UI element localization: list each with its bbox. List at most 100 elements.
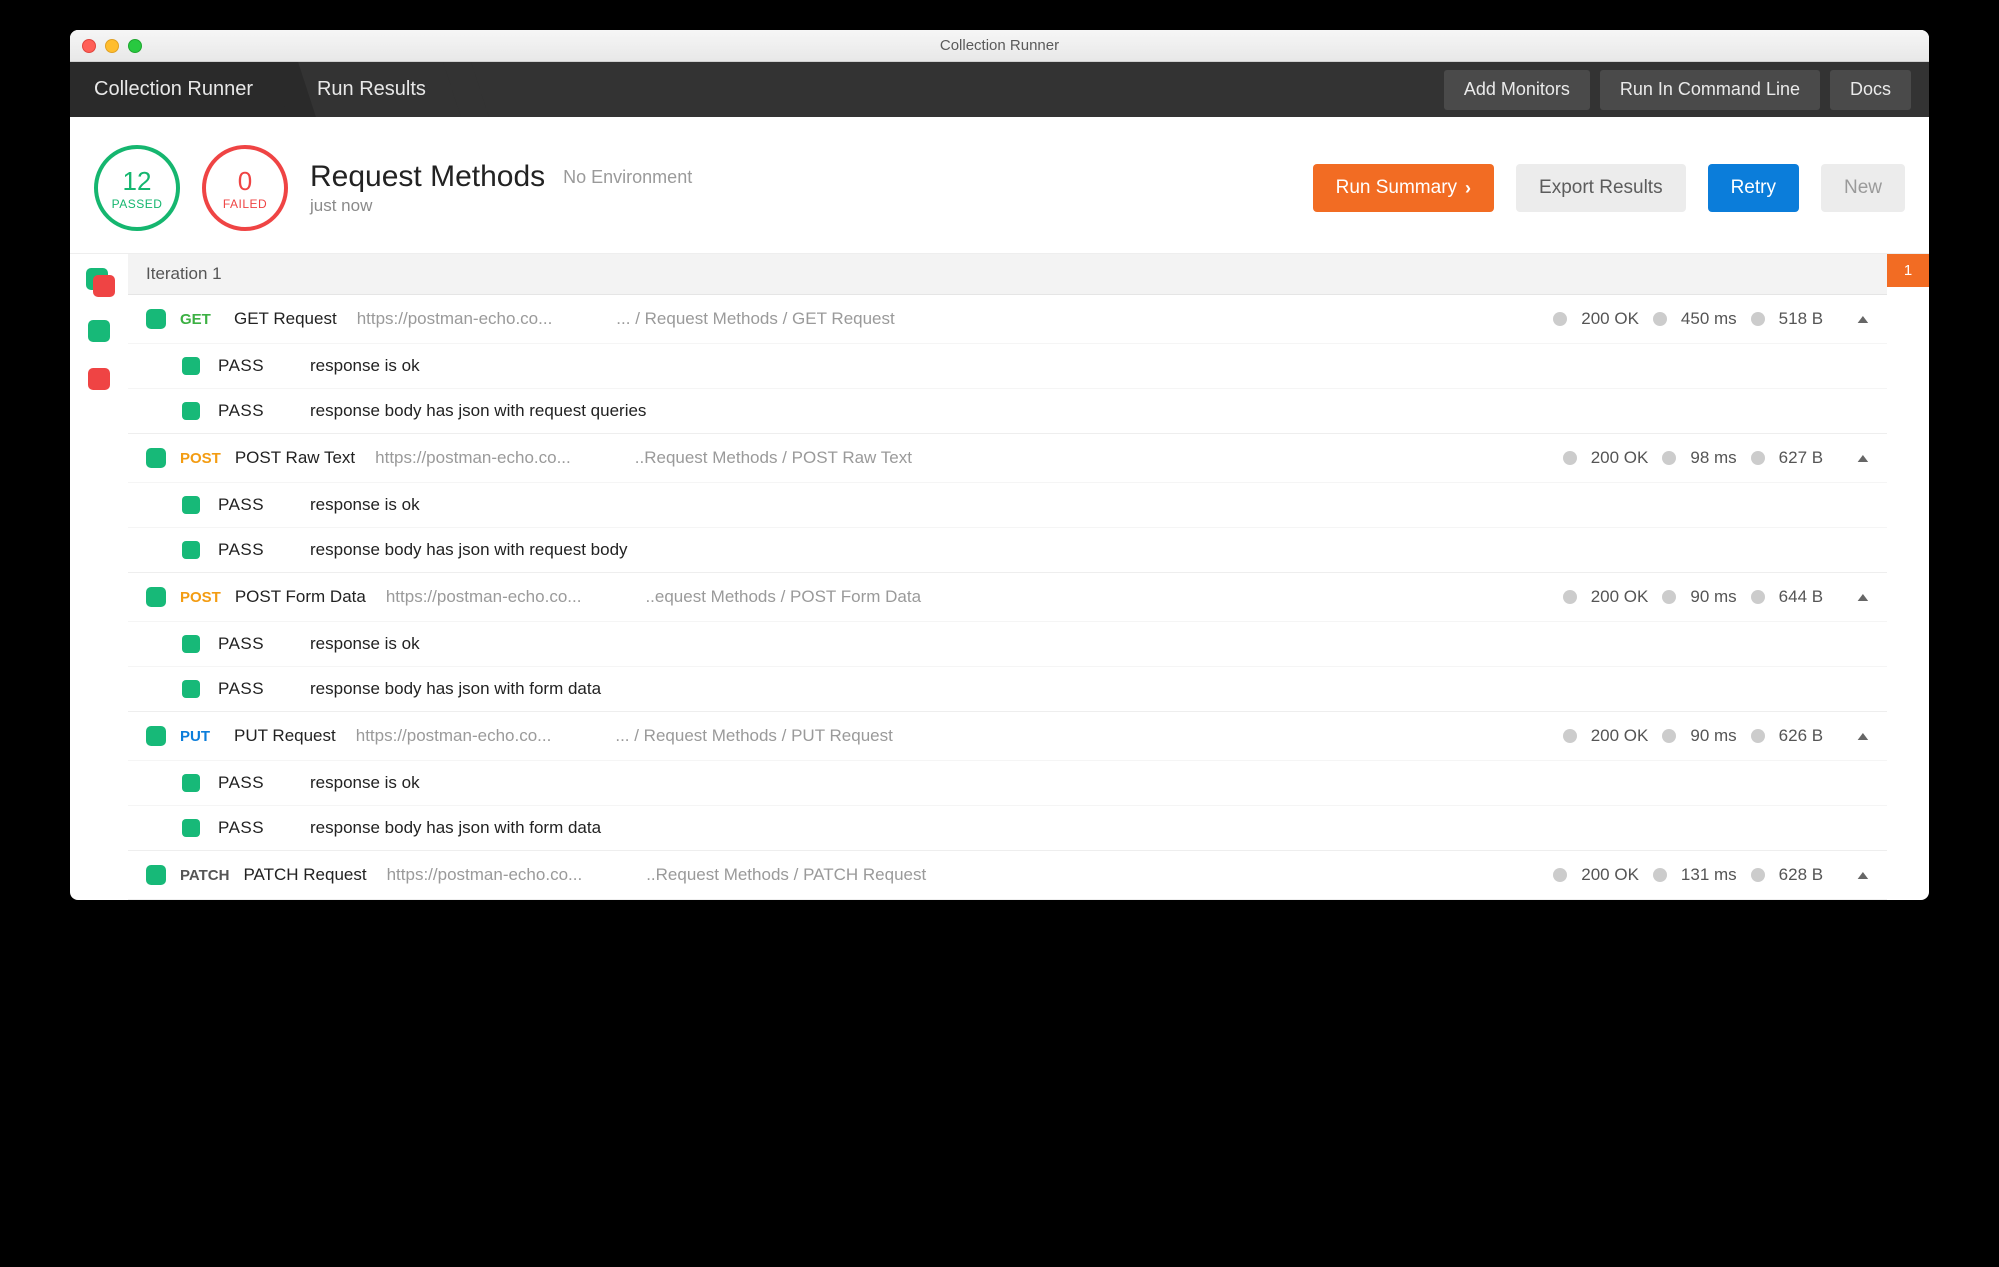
request-time: 90 ms	[1690, 726, 1736, 746]
time-dot-icon	[1653, 312, 1667, 326]
test-name: response body has json with form data	[310, 818, 601, 838]
test-status-icon	[182, 357, 200, 375]
request-status: 200 OK	[1591, 726, 1649, 746]
request-path: ... / Request Methods / PUT Request	[615, 726, 893, 746]
iteration-sidebar: 1	[1887, 254, 1929, 900]
add-monitors-button[interactable]: Add Monitors	[1444, 70, 1590, 110]
request-header[interactable]: POSTPOST Form Datahttps://postman-echo.c…	[128, 573, 1887, 621]
time-dot-icon	[1662, 451, 1676, 465]
request-method: GET	[180, 311, 220, 328]
test-status-icon	[182, 680, 200, 698]
retry-button[interactable]: Retry	[1708, 164, 1799, 212]
docs-button[interactable]: Docs	[1830, 70, 1911, 110]
filter-all-icon[interactable]	[86, 268, 112, 294]
request-size: 628 B	[1779, 865, 1823, 885]
test-name: response is ok	[310, 773, 420, 793]
test-status-icon	[182, 819, 200, 837]
chevron-up-icon[interactable]: ▲	[1854, 590, 1872, 604]
failed-count: 0	[238, 166, 252, 197]
request-path: ..equest Methods / POST Form Data	[645, 587, 921, 607]
test-status: PASS	[218, 356, 268, 376]
size-dot-icon	[1751, 312, 1765, 326]
request-metrics: 200 OK 131 ms 628 B	[1553, 865, 1823, 885]
time-dot-icon	[1662, 590, 1676, 604]
request-header[interactable]: GETGET Requesthttps://postman-echo.co...…	[128, 295, 1887, 343]
test-status: PASS	[218, 495, 268, 515]
timestamp: just now	[310, 196, 692, 216]
size-dot-icon	[1751, 729, 1765, 743]
breadcrumb-collection-runner[interactable]: Collection Runner	[70, 62, 293, 117]
iteration-header: Iteration 1	[128, 254, 1887, 295]
request-path: ..Request Methods / PATCH Request	[646, 865, 926, 885]
request-size: 626 B	[1779, 726, 1823, 746]
request-path: ..Request Methods / POST Raw Text	[635, 448, 912, 468]
request-method: PUT	[180, 728, 220, 745]
breadcrumb-run-results[interactable]: Run Results	[293, 62, 466, 117]
run-summary-button[interactable]: Run Summary ›	[1313, 164, 1494, 212]
request-name: PATCH Request	[243, 865, 366, 885]
chevron-up-icon[interactable]: ▲	[1854, 868, 1872, 882]
test-name: response is ok	[310, 356, 420, 376]
request-status-icon	[146, 726, 166, 746]
request-method: POST	[180, 450, 221, 467]
toolbar-actions: Add Monitors Run In Command Line Docs	[1444, 62, 1929, 117]
failed-label: FAILED	[223, 197, 267, 211]
breadcrumb: Collection Runner Run Results	[70, 62, 466, 117]
test-status: PASS	[218, 818, 268, 838]
test-status: PASS	[218, 679, 268, 699]
iteration-badge[interactable]: 1	[1887, 254, 1929, 287]
filter-failed-icon[interactable]	[88, 368, 110, 390]
environment-label: No Environment	[563, 167, 692, 188]
request-method: POST	[180, 589, 221, 606]
request-method: PATCH	[180, 867, 229, 884]
test-row: PASS response body has json with form dat…	[128, 666, 1887, 711]
request-status-icon	[146, 587, 166, 607]
request-name: PUT Request	[234, 726, 336, 746]
failed-circle: 0 FAILED	[202, 145, 288, 231]
request-name: POST Raw Text	[235, 448, 355, 468]
status-dot-icon	[1553, 312, 1567, 326]
size-dot-icon	[1751, 451, 1765, 465]
request-name: GET Request	[234, 309, 337, 329]
export-results-button[interactable]: Export Results	[1516, 164, 1686, 212]
request-url: https://postman-echo.co...	[356, 726, 552, 746]
time-dot-icon	[1662, 729, 1676, 743]
test-name: response is ok	[310, 495, 420, 515]
request-metrics: 200 OK 90 ms 626 B	[1563, 726, 1823, 746]
request-header[interactable]: PATCHPATCH Requesthttps://postman-echo.c…	[128, 851, 1887, 899]
toolbar: Collection Runner Run Results Add Monito…	[70, 62, 1929, 117]
chevron-up-icon[interactable]: ▲	[1854, 312, 1872, 326]
request-header[interactable]: POST POST Raw Text https://postman-echo.co…	[128, 434, 1887, 482]
request-row: POST POST Raw Text https://postman-echo.co…	[128, 434, 1887, 573]
test-status-icon	[182, 402, 200, 420]
test-row: PASSresponse is ok	[128, 760, 1887, 805]
filter-passed-icon[interactable]	[88, 320, 110, 342]
test-name: response is ok	[310, 634, 420, 654]
request-time: 450 ms	[1681, 309, 1737, 329]
new-button[interactable]: New	[1821, 164, 1905, 212]
app-window: Collection Runner Collection Runner Run …	[70, 30, 1929, 900]
results-list: GET GET Request https://postman-echo.co...…	[128, 295, 1887, 900]
test-status-icon	[182, 774, 200, 792]
request-header[interactable]: PUT PUT Request https://postman-echo.co...…	[128, 712, 1887, 760]
chevron-up-icon[interactable]: ▲	[1854, 451, 1872, 465]
test-name: response body has json with form data	[310, 679, 601, 699]
summary-bar: 12 PASSED 0 FAILED Request Methods No En…	[70, 117, 1929, 254]
run-summary-label: Run Summary	[1336, 177, 1457, 199]
request-status-icon	[146, 865, 166, 885]
request-url: https://postman-echo.co...	[375, 448, 571, 468]
request-status: 200 OK	[1581, 865, 1639, 885]
passed-circle: 12 PASSED	[94, 145, 180, 231]
request-status: 200 OK	[1591, 448, 1649, 468]
chevron-right-icon: ›	[1465, 178, 1471, 199]
test-status-icon	[182, 635, 200, 653]
run-cli-button[interactable]: Run In Command Line	[1600, 70, 1820, 110]
test-row: PASS response is ok	[128, 343, 1887, 388]
filter-sidebar	[70, 254, 128, 900]
size-dot-icon	[1751, 590, 1765, 604]
status-dot-icon	[1563, 590, 1577, 604]
request-row: PATCHPATCH Requesthttps://postman-echo.c…	[128, 851, 1887, 900]
chevron-up-icon[interactable]: ▲	[1854, 729, 1872, 743]
test-row: PASS response body has json with form dat…	[128, 805, 1887, 850]
request-time: 131 ms	[1681, 865, 1737, 885]
